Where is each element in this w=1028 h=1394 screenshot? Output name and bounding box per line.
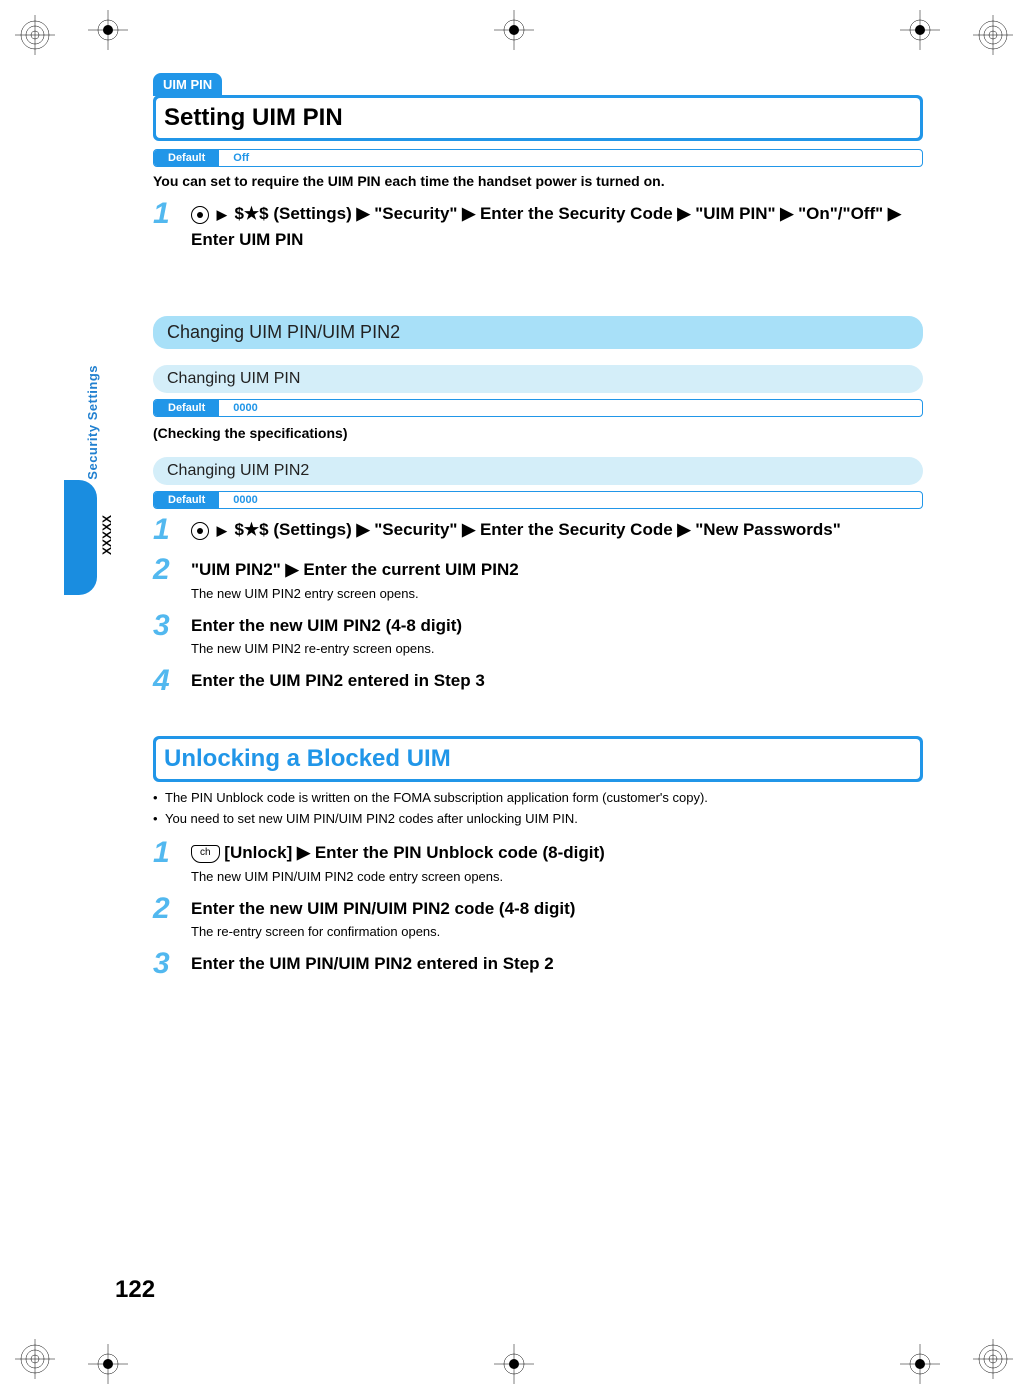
bullet-item: The PIN Unblock code is written on the F… <box>153 790 923 805</box>
side-tab-label: Security Settings <box>85 365 100 480</box>
step: 4 Enter the UIM PIN2 entered in Step 3 <box>153 666 923 696</box>
section-title-bar: Setting UIM PIN <box>153 95 923 141</box>
default-label: Default <box>154 400 219 416</box>
step-note: The re-entry screen for confirmation ope… <box>191 924 923 939</box>
crop-mark-icon <box>88 10 128 50</box>
step-note: The new UIM PIN2 entry screen opens. <box>191 586 923 601</box>
step-number: 2 <box>153 894 179 940</box>
step: 2 Enter the new UIM PIN/UIM PIN2 code (4… <box>153 894 923 940</box>
bullet-item: You need to set new UIM PIN/UIM PIN2 cod… <box>153 811 923 826</box>
page-number: 122 <box>115 1276 155 1304</box>
default-row: Default Off <box>153 149 923 167</box>
step-number: 3 <box>153 949 179 979</box>
registration-mark-icon <box>15 15 55 55</box>
registration-mark-icon <box>15 1339 55 1379</box>
step-number: 4 <box>153 666 179 696</box>
default-label: Default <box>154 492 219 508</box>
registration-mark-icon <box>973 1339 1013 1379</box>
checking-spec-text: (Checking the specifications) <box>153 425 923 441</box>
step-note: The new UIM PIN/UIM PIN2 code entry scre… <box>191 869 923 884</box>
step-instruction: Enter the new UIM PIN/UIM PIN2 code (4-8… <box>191 896 923 922</box>
step: 3 Enter the UIM PIN/UIM PIN2 entered in … <box>153 949 923 979</box>
default-row: Default 0000 <box>153 491 923 509</box>
step-instruction: "UIM PIN2" ▶ Enter the current UIM PIN2 <box>191 557 923 583</box>
page-content: Security Settings XXXXX UIM PIN Setting … <box>115 95 923 1299</box>
step-number: 1 <box>153 199 179 252</box>
section-title-bar: Unlocking a Blocked UIM <box>153 736 923 782</box>
crop-mark-icon <box>88 1344 128 1384</box>
intro-text: You can set to require the UIM PIN each … <box>153 173 923 189</box>
crop-mark-icon <box>900 10 940 50</box>
step: 2 "UIM PIN2" ▶ Enter the current UIM PIN… <box>153 555 923 601</box>
step-instruction: ▶ $★$ (Settings) ▶ "Security" ▶ Enter th… <box>191 201 923 252</box>
step-number: 3 <box>153 611 179 657</box>
default-value: 0000 <box>219 492 922 508</box>
step-number: 1 <box>153 838 179 884</box>
crop-mark-icon <box>494 1344 534 1384</box>
step: 1 ▶ $★$ (Settings) ▶ "Security" ▶ Enter … <box>153 199 923 252</box>
registration-mark-icon <box>973 15 1013 55</box>
subsection-title: Changing UIM PIN/UIM PIN2 <box>153 316 923 349</box>
step-instruction: Enter the new UIM PIN2 (4-8 digit) <box>191 613 923 639</box>
subsubsection-title: Changing UIM PIN <box>153 365 923 393</box>
step: 1 ch [Unlock] ▶ Enter the PIN Unblock co… <box>153 838 923 884</box>
step: 3 Enter the new UIM PIN2 (4-8 digit) The… <box>153 611 923 657</box>
step-number: 1 <box>153 515 179 545</box>
default-value: Off <box>219 150 922 166</box>
step-number: 2 <box>153 555 179 601</box>
center-key-icon <box>191 206 209 224</box>
default-label: Default <box>154 150 219 166</box>
section-title: Unlocking a Blocked UIM <box>164 745 451 772</box>
default-value: 0000 <box>219 400 922 416</box>
step-note: The new UIM PIN2 re-entry screen opens. <box>191 641 923 656</box>
side-chapter-tab: XXXXX <box>64 480 97 595</box>
subsubsection-title: Changing UIM PIN2 <box>153 457 923 485</box>
bullet-list: The PIN Unblock code is written on the F… <box>153 790 923 826</box>
crop-mark-icon <box>900 1344 940 1384</box>
default-row: Default 0000 <box>153 399 923 417</box>
step-instruction: ch [Unlock] ▶ Enter the PIN Unblock code… <box>191 840 923 866</box>
side-chapter-label: XXXXX <box>100 515 114 555</box>
side-tab: Security Settings <box>85 365 100 480</box>
crop-mark-icon <box>494 10 534 50</box>
step: 1 ▶ $★$ (Settings) ▶ "Security" ▶ Enter … <box>153 515 923 545</box>
step-instruction: Enter the UIM PIN/UIM PIN2 entered in St… <box>191 951 923 977</box>
step-instruction: Enter the UIM PIN2 entered in Step 3 <box>191 668 923 694</box>
section-category: UIM PIN <box>153 73 222 96</box>
section-title: Setting UIM PIN <box>164 104 343 131</box>
center-key-icon <box>191 522 209 540</box>
step-instruction: ▶ $★$ (Settings) ▶ "Security" ▶ Enter th… <box>191 517 923 543</box>
ch-key-icon: ch <box>191 845 220 863</box>
